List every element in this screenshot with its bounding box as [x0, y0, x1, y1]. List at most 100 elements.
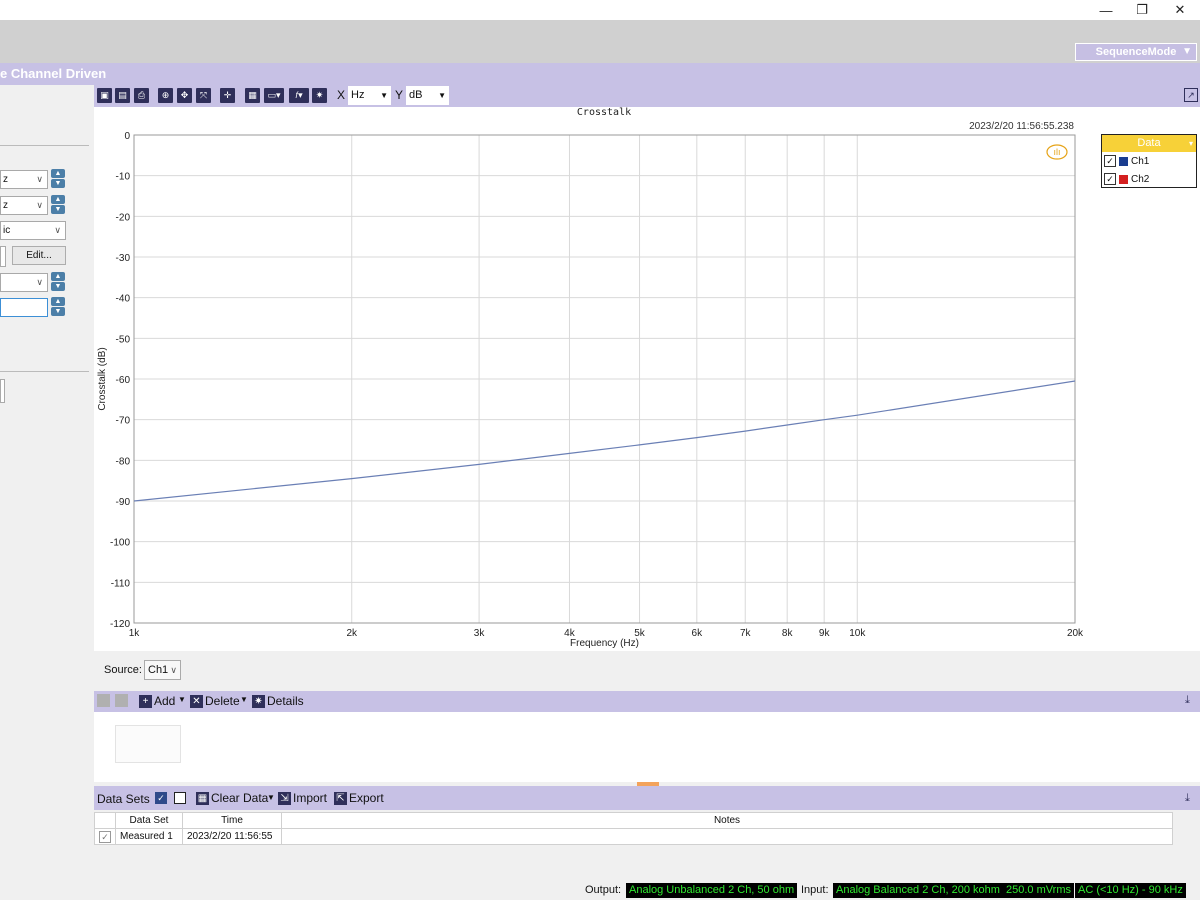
fit-icon[interactable]: ⤧	[196, 88, 211, 103]
add-button[interactable]: + Add	[139, 694, 175, 708]
details-label: Details	[267, 694, 304, 708]
pin-icon[interactable]: ⤓	[1185, 694, 1190, 707]
settings-select-2[interactable]: z ∨	[0, 196, 48, 215]
source-value: Ch1	[148, 664, 169, 676]
import-button[interactable]: ⇲ Import	[278, 791, 327, 805]
sequence-mode-label: SequenceMode	[1095, 46, 1177, 58]
caret-down-icon[interactable]: ▼	[178, 695, 186, 704]
y-tick-label: -120	[110, 619, 130, 630]
x-tick-label: 10k	[849, 628, 866, 639]
chevron-down-icon: ∨	[36, 174, 43, 184]
check-all-icon[interactable]: ✓	[155, 792, 167, 804]
x-icon: ✕	[190, 694, 203, 708]
coupling-value[interactable]: AC (<10 Hz) - 90 kHz	[1075, 883, 1186, 898]
cursor-icon[interactable]: ✛	[220, 88, 235, 103]
export-button[interactable]: ⇱ Export	[334, 791, 384, 805]
sequence-mode-dropdown[interactable]: SequenceMode ▼	[1075, 43, 1197, 61]
checkbox-checked-icon[interactable]: ✓	[99, 830, 111, 843]
y-tick-label: -90	[116, 497, 131, 508]
page-title: e Channel Driven	[0, 66, 107, 81]
delete-button[interactable]: ✕ Delete	[190, 694, 240, 708]
legend-item-ch1[interactable]: ✓ Ch1	[1102, 152, 1196, 170]
y-axis-label: Y	[395, 88, 404, 102]
crosstalk-chart[interactable]: 1k 2k 3k 4k 5k 6k 7k 8k 9k 10k 20k0-10-20-30-40-50…	[94, 107, 1200, 651]
x-axis-label: X	[337, 88, 346, 102]
pan-icon[interactable]: ✥	[177, 88, 192, 103]
table-header-row: Data Set Time Notes	[94, 812, 1173, 829]
input-value[interactable]: Analog Balanced 2 Ch, 200 kohm	[833, 883, 1003, 898]
restore-button[interactable]: ❐	[1122, 0, 1162, 20]
add-label: Add	[154, 694, 176, 708]
gear-icon[interactable]: ✷	[312, 88, 327, 103]
x-tick-label: 8k	[782, 628, 794, 639]
x-axis-title: Frequency (Hz)	[570, 638, 639, 649]
close-button[interactable]: ✕	[1160, 0, 1200, 20]
popout-icon[interactable]: ↗	[1184, 88, 1198, 102]
legend-item-ch2[interactable]: ✓ Ch2	[1102, 170, 1196, 188]
settings-input-5[interactable]	[0, 298, 48, 317]
function-icon[interactable]: 𝑓▾	[289, 88, 309, 103]
output-value[interactable]: Analog Unbalanced 2 Ch, 50 ohm	[626, 883, 798, 898]
clear-label: Clear Data	[211, 791, 269, 805]
import-label: Import	[293, 791, 328, 805]
column-header[interactable]: Time	[182, 812, 282, 829]
y-unit-select[interactable]: dB ▼	[406, 86, 449, 105]
color-swatch	[1119, 174, 1128, 184]
settings-select-4[interactable]: ∨	[0, 273, 48, 292]
x-tick-label: 9k	[819, 628, 831, 639]
settings-select-3[interactable]: ic ∨	[0, 221, 66, 240]
chart-timestamp: 2023/2/20 11:56:55.238	[969, 121, 1074, 132]
first-icon[interactable]	[97, 694, 110, 707]
gear-icon: ✷	[252, 694, 265, 708]
spin-control-3[interactable]: ▲ ▼	[51, 272, 65, 291]
edit-button[interactable]: Edit...	[12, 246, 66, 265]
divider	[0, 371, 89, 372]
caret-down-icon: ▼	[380, 91, 388, 100]
y-tick-label: -60	[116, 375, 131, 386]
y-tick-label: -100	[110, 538, 130, 549]
clear-data-button[interactable]: ▦ Clear Data	[196, 791, 268, 805]
table-row[interactable]: ✓ Measured 1 2023/2/20 11:56:55	[94, 828, 1173, 845]
level-value[interactable]: 250.0 mVrms	[1003, 883, 1075, 898]
legend-title: Data	[1137, 137, 1161, 149]
minimize-button[interactable]: —	[1086, 0, 1126, 20]
datasets-label: Data Sets	[97, 792, 150, 806]
spin-control-1[interactable]: ▲ ▼	[51, 169, 65, 188]
select-value: z	[3, 200, 8, 211]
y-tick-label: -80	[116, 456, 131, 467]
table-icon[interactable]: ▦	[245, 88, 260, 103]
dataset-name[interactable]: Measured 1	[115, 828, 183, 845]
print-icon[interactable]: ⎙	[134, 88, 149, 103]
spin-control-2[interactable]: ▲ ▼	[51, 195, 65, 214]
datasets-table: Data Set Time Notes ✓ Measured 1 2023/2/…	[94, 812, 1173, 845]
save-icon[interactable]: ▣	[97, 88, 112, 103]
y-tick-label: -50	[116, 334, 131, 345]
chart-title: Crosstalk	[577, 107, 631, 118]
x-unit-select[interactable]: Hz ▼	[348, 86, 391, 105]
dataset-notes[interactable]	[281, 828, 1173, 845]
details-button[interactable]: ✷ Details	[252, 694, 304, 708]
caret-down-icon[interactable]: ▼	[267, 793, 275, 802]
plus-icon: +	[139, 694, 152, 708]
row-checkbox[interactable]: ✓	[94, 828, 116, 845]
save-as-icon[interactable]: ▤	[115, 88, 130, 103]
legend-header: Data ▾	[1102, 135, 1196, 152]
column-header[interactable]: Data Set	[115, 812, 183, 829]
checkbox-checked-icon[interactable]: ✓	[1104, 173, 1116, 185]
zoom-in-icon[interactable]: ⊕	[158, 88, 173, 103]
settings-select-1[interactable]: z ∨	[0, 170, 48, 189]
color-swatch	[1119, 156, 1128, 166]
next-icon[interactable]	[115, 694, 128, 707]
legend-label: Ch1	[1131, 155, 1150, 167]
graph-thumbnail[interactable]	[115, 725, 181, 763]
source-select[interactable]: Ch1 ∨	[144, 660, 181, 680]
column-header[interactable]: Notes	[281, 812, 1173, 829]
source-bar	[94, 651, 1200, 691]
checkbox-checked-icon[interactable]: ✓	[1104, 155, 1116, 167]
pin-icon[interactable]: ⤓	[1185, 792, 1190, 805]
chart-options-icon[interactable]: ▭▾	[264, 88, 284, 103]
uncheck-all-icon[interactable]	[174, 792, 186, 804]
clear-icon: ▦	[196, 791, 209, 805]
caret-down-icon[interactable]: ▼	[240, 695, 248, 704]
spin-control-4[interactable]: ▲ ▼	[51, 297, 65, 316]
